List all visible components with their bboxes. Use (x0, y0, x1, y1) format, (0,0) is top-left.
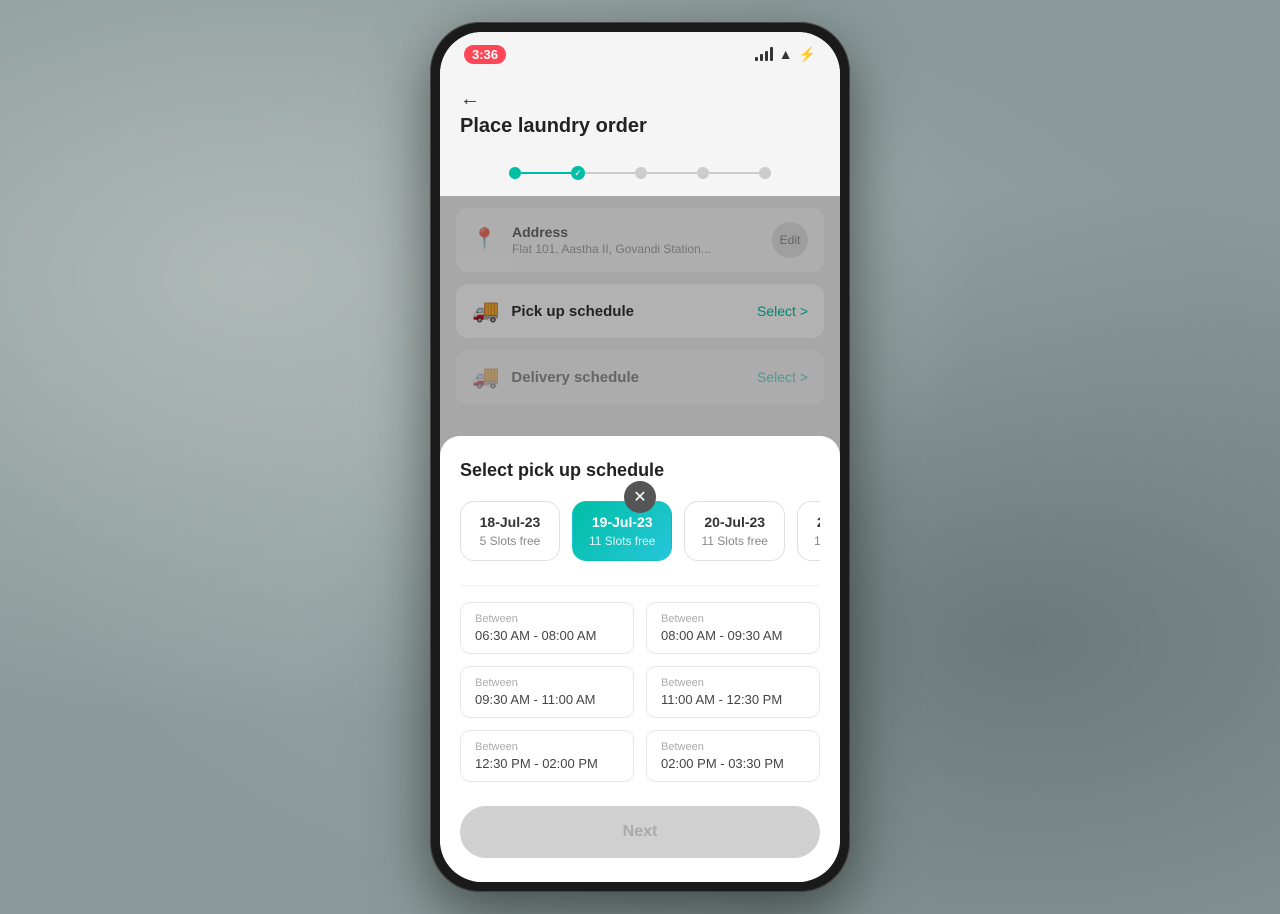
date-text-3: 21-Jul-23 (814, 514, 820, 530)
wifi-icon: ▲ (779, 46, 793, 62)
slot-time-4: 12:30 PM - 02:00 PM (475, 756, 619, 771)
step-4 (697, 167, 709, 179)
phone-device: 3:36 ▲ ⚡ ← Place laundry order ✓ (430, 22, 850, 892)
step-line-4 (709, 172, 759, 174)
date-card-1[interactable]: 19-Jul-23 11 Slots free (572, 501, 672, 561)
date-card-3[interactable]: 21-Jul-23 11 Slots free (797, 501, 820, 561)
slot-label-4: Between (475, 741, 619, 753)
step-line-1 (521, 172, 571, 174)
slot-time-1: 08:00 AM - 09:30 AM (661, 628, 805, 643)
slots-text-1: 11 Slots free (589, 534, 655, 548)
status-bar: 3:36 ▲ ⚡ (440, 32, 840, 76)
status-time: 3:36 (464, 45, 506, 64)
slots-text-2: 11 Slots free (701, 534, 767, 548)
time-slot-2[interactable]: Between 09:30 AM - 11:00 AM (460, 666, 634, 718)
slot-time-0: 06:30 AM - 08:00 AM (475, 628, 619, 643)
step-2: ✓ (571, 166, 585, 180)
page-title: Place laundry order (460, 115, 820, 138)
date-card-2[interactable]: 20-Jul-23 11 Slots free (684, 501, 784, 561)
step-line-2 (585, 172, 635, 174)
time-slot-1[interactable]: Between 08:00 AM - 09:30 AM (646, 602, 820, 654)
date-card-0[interactable]: 18-Jul-23 5 Slots free (460, 501, 560, 561)
slots-grid: Between 06:30 AM - 08:00 AM Between 08:0… (460, 602, 820, 798)
close-modal-button[interactable]: ✕ (624, 481, 656, 513)
next-button[interactable]: Next (460, 806, 820, 858)
slot-label-1: Between (661, 613, 805, 625)
sheet-title: Select pick up schedule (460, 460, 820, 481)
app-header: ← Place laundry order (440, 76, 840, 150)
date-text-2: 20-Jul-23 (701, 514, 767, 530)
close-icon: ✕ (633, 487, 646, 507)
battery-icon: ⚡ (799, 46, 816, 63)
phone-screen: 3:36 ▲ ⚡ ← Place laundry order ✓ (440, 32, 840, 882)
step-5 (759, 167, 771, 179)
slot-label-5: Between (661, 741, 805, 753)
main-content: 📍 Address Flat 101, Aastha II, Govandi S… (440, 196, 840, 882)
time-slot-5[interactable]: Between 02:00 PM - 03:30 PM (646, 730, 820, 782)
slot-time-2: 09:30 AM - 11:00 AM (475, 692, 619, 707)
time-slot-0[interactable]: Between 06:30 AM - 08:00 AM (460, 602, 634, 654)
step-line-3 (647, 172, 697, 174)
modal-overlay: ✕ Select pick up schedule 18-Jul-23 5 Sl… (440, 196, 840, 882)
date-text-1: 19-Jul-23 (589, 514, 655, 530)
slot-time-3: 11:00 AM - 12:30 PM (661, 692, 805, 707)
slot-label-3: Between (661, 677, 805, 689)
slots-text-3: 11 Slots free (814, 534, 820, 548)
signal-icon (755, 47, 773, 61)
date-text-0: 18-Jul-23 (477, 514, 543, 530)
slots-text-0: 5 Slots free (477, 534, 543, 548)
divider (460, 585, 820, 586)
time-slot-4[interactable]: Between 12:30 PM - 02:00 PM (460, 730, 634, 782)
stepper: ✓ (440, 150, 840, 196)
step-3 (635, 167, 647, 179)
back-button[interactable]: ← (460, 88, 480, 111)
slot-label-0: Between (475, 613, 619, 625)
step-1 (509, 167, 521, 179)
status-icons: ▲ ⚡ (755, 46, 816, 63)
slot-time-5: 02:00 PM - 03:30 PM (661, 756, 805, 771)
time-slot-3[interactable]: Between 11:00 AM - 12:30 PM (646, 666, 820, 718)
slot-label-2: Between (475, 677, 619, 689)
